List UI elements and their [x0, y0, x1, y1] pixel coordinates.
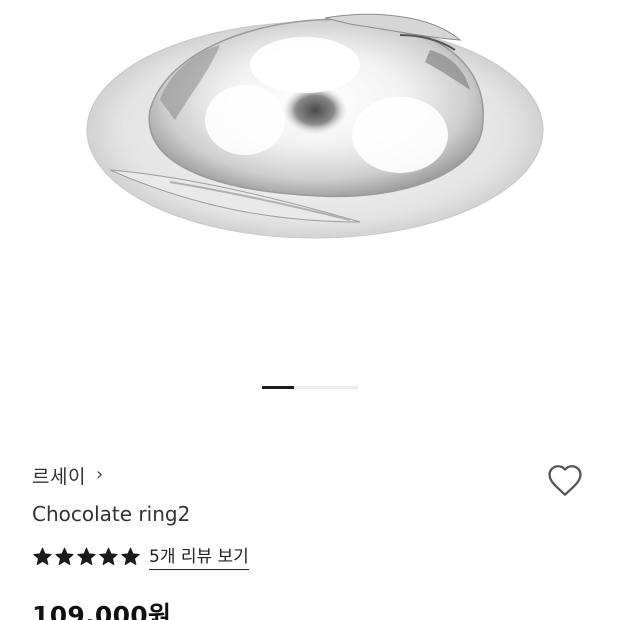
- rating-stars: [32, 546, 141, 567]
- heart-outline-icon: [548, 465, 582, 496]
- star-icon: [77, 547, 96, 565]
- gallery-pager-indicator: [262, 386, 294, 389]
- product-image-gallery[interactable]: [0, 0, 620, 400]
- star-icon: [33, 547, 52, 565]
- product-detail-page: 르세이 › Chocolate ring2 5개 리뷰 보기 109,000원: [0, 0, 620, 620]
- product-name: Chocolate ring2: [32, 502, 191, 526]
- star-icon: [121, 547, 140, 565]
- gallery-pager: [262, 386, 358, 389]
- review-link[interactable]: 5개 리뷰 보기: [149, 542, 249, 570]
- brand-name: 르세이: [32, 465, 86, 488]
- product-image: [86, 13, 544, 239]
- brand-link[interactable]: 르세이 ›: [32, 461, 103, 489]
- chevron-right-icon: ›: [95, 464, 104, 485]
- rating-row: 5개 리뷰 보기: [32, 542, 249, 570]
- star-icon: [99, 547, 118, 565]
- wishlist-button[interactable]: [545, 460, 585, 500]
- product-price: 109,000원: [32, 601, 172, 620]
- star-icon: [55, 547, 74, 565]
